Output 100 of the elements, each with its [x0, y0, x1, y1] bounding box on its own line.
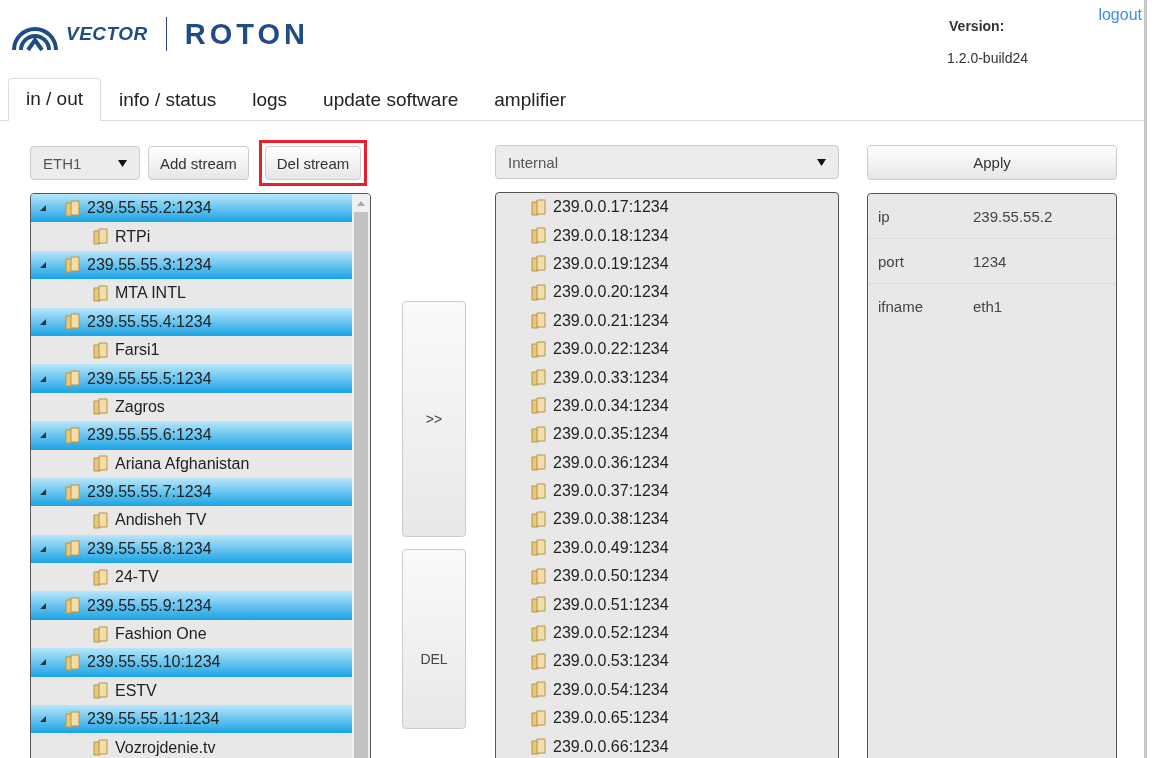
list-item[interactable]: 239.0.0.65:1234: [496, 704, 838, 733]
expand-icon[interactable]: [39, 374, 47, 383]
folder-icon: [65, 426, 81, 444]
list-item[interactable]: 239.0.0.19:1234: [496, 249, 838, 279]
scroll-thumb[interactable]: [354, 212, 368, 758]
tree-item[interactable]: Fashion One: [31, 619, 352, 649]
folder-icon: [531, 369, 547, 387]
expand-icon[interactable]: [39, 544, 47, 553]
expand-icon[interactable]: [39, 488, 47, 497]
folder-icon: [531, 312, 547, 330]
folder-icon: [531, 340, 547, 358]
folder-icon: [93, 682, 109, 700]
list-item[interactable]: 239.0.0.53:1234: [496, 647, 838, 676]
folder-icon: [531, 482, 547, 500]
list-item[interactable]: 239.0.0.50:1234: [496, 562, 838, 591]
tab[interactable]: amplifier: [476, 79, 585, 121]
tree-item[interactable]: Andisheh TV: [31, 506, 352, 535]
tree-item[interactable]: 239.55.55.7:1234: [31, 477, 352, 507]
version-label: Version:: [949, 18, 1006, 34]
folder-icon: [93, 739, 109, 757]
list-item[interactable]: 239.0.0.52:1234: [496, 618, 838, 648]
tree-item[interactable]: 24-TV: [31, 563, 352, 592]
delete-button[interactable]: DEL: [402, 549, 466, 729]
expand-icon[interactable]: [39, 317, 47, 326]
folder-icon: [531, 283, 547, 301]
list-item[interactable]: 239.0.0.20:1234: [496, 278, 838, 307]
property-value: eth1: [973, 297, 1003, 315]
tree-item[interactable]: 239.55.55.3:1234: [31, 250, 352, 280]
tree-item[interactable]: 239.55.55.8:1234: [31, 534, 352, 564]
tree-item[interactable]: ESTV: [31, 676, 352, 706]
list-item[interactable]: 239.0.0.35:1234: [496, 420, 838, 449]
caret-icon: [118, 159, 127, 167]
tree-item[interactable]: 239.55.55.11:1234: [31, 705, 352, 734]
tab[interactable]: logs: [234, 79, 306, 121]
list-item[interactable]: 239.0.0.54:1234: [496, 675, 838, 705]
tree-item[interactable]: 239.55.55.6:1234: [31, 421, 352, 450]
scrollbar[interactable]: [352, 194, 370, 758]
list-item[interactable]: 239.0.0.21:1234: [496, 306, 838, 335]
tab[interactable]: info / status: [101, 79, 235, 121]
expand-icon[interactable]: [39, 204, 47, 213]
tree-item[interactable]: 239.55.55.10:1234: [31, 648, 352, 677]
property-value: 239.55.55.2: [973, 207, 1053, 225]
tab[interactable]: update software: [305, 79, 477, 121]
list-item[interactable]: 239.0.0.51:1234: [496, 590, 838, 619]
apply-button[interactable]: Apply: [867, 145, 1117, 180]
folder-icon: [93, 341, 109, 359]
list-item[interactable]: 239.0.0.18:1234: [496, 221, 838, 250]
folder-icon: [531, 511, 547, 528]
expand-icon[interactable]: [39, 658, 47, 667]
folder-icon: [531, 596, 547, 614]
tree-item[interactable]: 239.55.55.5:1234: [31, 364, 352, 393]
property-name: ip: [877, 207, 891, 225]
folder-icon: [65, 540, 81, 558]
folder-icon: [93, 512, 109, 529]
expand-icon[interactable]: [39, 715, 47, 724]
folder-icon: [531, 425, 547, 443]
folder-icon: [531, 539, 547, 557]
tree-item[interactable]: RTPi: [31, 222, 352, 251]
list-item[interactable]: 239.0.0.33:1234: [496, 363, 838, 392]
folder-icon: [531, 709, 547, 727]
tree-item[interactable]: MTA INTL: [31, 279, 352, 308]
list-item[interactable]: 239.0.0.34:1234: [496, 391, 838, 421]
caret-icon: [817, 158, 826, 166]
list-item[interactable]: 239.0.0.49:1234: [496, 533, 838, 563]
product-name: ROTON: [184, 17, 310, 51]
tree-item[interactable]: 239.55.55.2:1234: [31, 194, 352, 223]
folder-icon: [93, 284, 109, 302]
folder-icon: [65, 256, 81, 274]
property-value: 1234: [973, 252, 1007, 270]
stream-button[interactable]: Del stream: [264, 146, 362, 180]
tree-item[interactable]: 239.55.55.4:1234: [31, 307, 352, 336]
folder-icon: [531, 198, 547, 216]
interface-select[interactable]: ETH1: [30, 146, 140, 180]
tree-item[interactable]: Farsi1: [31, 335, 352, 365]
expand-icon[interactable]: [39, 601, 47, 610]
list-item[interactable]: 239.0.0.36:1234: [496, 448, 838, 477]
folder-icon: [93, 398, 109, 416]
tab[interactable]: in / out: [8, 78, 102, 121]
folder-icon: [531, 397, 547, 415]
tree-item[interactable]: 239.55.55.9:1234: [31, 591, 352, 620]
list-item[interactable]: 239.0.0.38:1234: [496, 505, 838, 534]
tree-item[interactable]: Vozrojdenie.tv: [31, 733, 352, 758]
list-item[interactable]: 239.0.0.37:1234: [496, 476, 838, 506]
folder-icon: [531, 454, 547, 472]
stream-button[interactable]: Add stream: [148, 146, 249, 180]
folder-icon: [65, 313, 81, 331]
list-item[interactable]: 239.0.0.66:1234: [496, 732, 838, 758]
move-button[interactable]: >>: [402, 301, 466, 537]
expand-icon[interactable]: [39, 431, 47, 440]
list-item[interactable]: 239.0.0.17:1234: [496, 193, 838, 222]
brand-name: VECTOR: [66, 23, 148, 45]
folder-icon: [531, 681, 547, 699]
folder-icon: [65, 483, 81, 501]
tree-item[interactable]: Zagros: [31, 392, 352, 422]
list-item[interactable]: 239.0.0.22:1234: [496, 334, 838, 364]
expand-icon[interactable]: [39, 260, 47, 269]
tree-item[interactable]: Ariana Afghanistan: [31, 449, 352, 478]
property-name: port: [877, 252, 905, 270]
folder-icon: [531, 255, 547, 273]
target-select[interactable]: Internal: [495, 145, 839, 179]
